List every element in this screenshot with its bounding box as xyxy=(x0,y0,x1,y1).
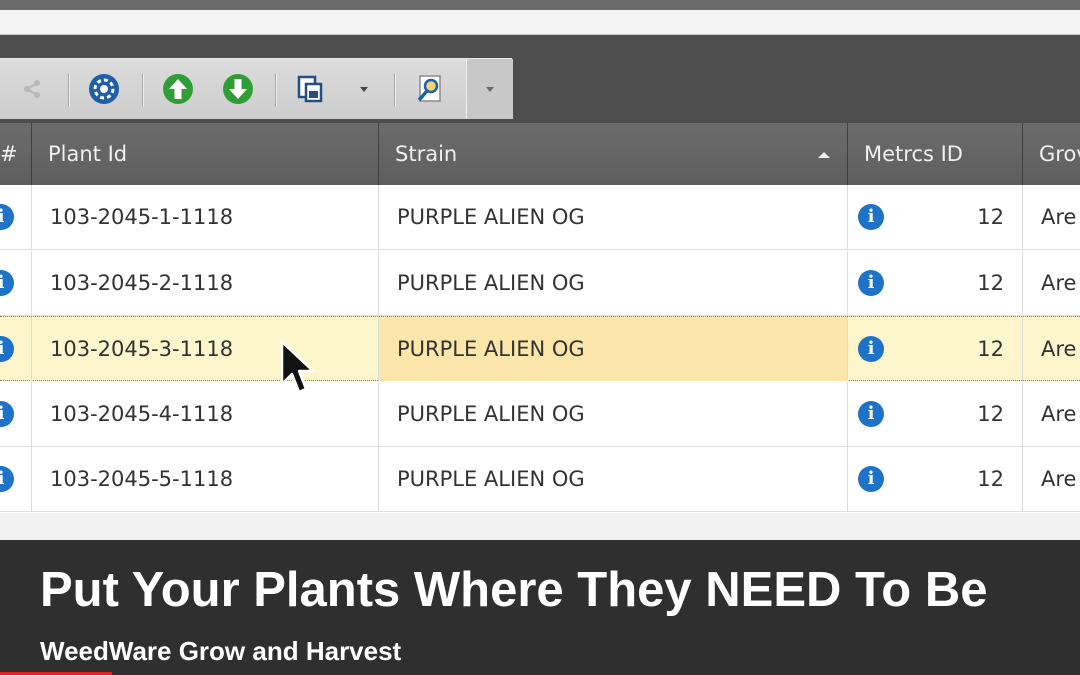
move-up-icon[interactable] xyxy=(160,71,196,107)
copy-icon[interactable] xyxy=(292,71,328,107)
more-dropdown-button[interactable] xyxy=(466,59,513,119)
plants-grid: # Plant Id Strain Metrcs ID Grov i 103-20… xyxy=(0,123,1080,513)
row-indicator-cell: i xyxy=(0,381,32,446)
table-row[interactable]: i 103-2045-1-1118PURPLE ALIEN OG i 12 Are xyxy=(0,185,1080,250)
strain-cell[interactable]: PURPLE ALIEN OG xyxy=(379,317,848,381)
grid-toolbar xyxy=(0,58,513,119)
info-icon[interactable]: i xyxy=(858,400,884,427)
metrcs-id-cell[interactable]: i 12 xyxy=(848,185,1023,249)
column-header-strain[interactable]: Strain xyxy=(379,123,848,185)
metrcs-id-value: 12 xyxy=(977,270,1004,295)
move-down-icon[interactable] xyxy=(220,71,256,107)
metrcs-id-value: 12 xyxy=(977,337,1004,361)
info-icon[interactable]: i xyxy=(858,204,884,230)
sort-ascending-icon xyxy=(818,152,830,158)
video-title-banner: Put Your Plants Where They NEED To Be We… xyxy=(0,540,1080,675)
dropdown-arrow-icon[interactable] xyxy=(346,71,382,107)
info-icon[interactable]: i xyxy=(858,269,884,296)
metrcs-id-cell[interactable]: i 12 xyxy=(848,250,1023,315)
metrcs-id-cell[interactable]: i 12 xyxy=(848,317,1023,381)
share-icon[interactable] xyxy=(14,71,50,107)
strain-cell[interactable]: PURPLE ALIEN OG xyxy=(379,381,848,446)
grow-cell[interactable]: Are xyxy=(1023,447,1080,511)
grow-cell[interactable]: Are xyxy=(1023,185,1080,249)
column-header-number[interactable]: # xyxy=(0,123,32,185)
strain-cell[interactable]: PURPLE ALIEN OG xyxy=(379,447,848,511)
settings-gear-icon[interactable] xyxy=(86,71,122,107)
toolbar-separator xyxy=(142,73,144,107)
info-icon[interactable]: i xyxy=(0,204,14,230)
grow-cell[interactable]: Are xyxy=(1023,382,1080,446)
strain-cell[interactable]: PURPLE ALIEN OG xyxy=(379,185,848,249)
metrcs-id-value: 12 xyxy=(977,401,1004,426)
search-report-icon[interactable] xyxy=(412,71,448,107)
strain-cell[interactable]: PURPLE ALIEN OG xyxy=(379,250,848,315)
info-icon[interactable]: i xyxy=(0,269,14,296)
window-top-bar xyxy=(0,0,1080,10)
info-icon[interactable]: i xyxy=(858,336,884,362)
banner-subtitle: WeedWare Grow and Harvest xyxy=(40,636,402,666)
metrcs-id-cell[interactable]: i 12 xyxy=(848,381,1023,446)
row-indicator-cell: i xyxy=(0,317,32,381)
column-header-plant-id[interactable]: Plant Id xyxy=(32,123,379,185)
column-header-metrcs-id[interactable]: Metrcs ID xyxy=(848,123,1023,185)
grid-footer xyxy=(0,513,1080,540)
table-row[interactable]: i 103-2045-2-1118PURPLE ALIEN OG i 12 Are xyxy=(0,250,1080,316)
info-icon[interactable]: i xyxy=(0,336,14,362)
plant-id-cell[interactable]: 103-2045-5-1118 xyxy=(32,447,379,511)
banner-title: Put Your Plants Where They NEED To Be xyxy=(40,563,988,617)
info-icon[interactable]: i xyxy=(0,400,14,427)
mouse-cursor-icon xyxy=(280,340,316,402)
info-icon[interactable]: i xyxy=(858,466,884,492)
toolbar-separator xyxy=(275,73,277,107)
toolbar-separator xyxy=(68,73,70,107)
column-header-grow[interactable]: Grov xyxy=(1023,123,1080,185)
metrcs-id-value: 12 xyxy=(977,467,1004,491)
row-indicator-cell: i xyxy=(0,447,32,511)
grow-cell[interactable]: Are xyxy=(1023,251,1080,315)
metrcs-id-cell[interactable]: i 12 xyxy=(848,447,1023,511)
table-row[interactable]: i 103-2045-5-1118PURPLE ALIEN OG i 12 Are xyxy=(0,447,1080,512)
metrcs-id-value: 12 xyxy=(977,205,1004,229)
table-row[interactable]: i 103-2045-3-1118PURPLE ALIEN OG i 12 Are xyxy=(0,316,1080,381)
grow-cell[interactable]: Are xyxy=(1023,317,1080,381)
plant-id-cell[interactable]: 103-2045-4-1118 xyxy=(32,381,379,446)
toolbar-separator xyxy=(394,73,396,107)
row-indicator-cell: i xyxy=(0,250,32,315)
plant-id-cell[interactable]: 103-2045-2-1118 xyxy=(32,250,379,315)
grid-header: # Plant Id Strain Metrcs ID Grov xyxy=(0,123,1080,185)
address-strip xyxy=(0,10,1080,35)
row-indicator-cell: i xyxy=(0,185,32,249)
table-row[interactable]: i 103-2045-4-1118PURPLE ALIEN OG i 12 Are xyxy=(0,381,1080,447)
more-dropdown-icon xyxy=(486,87,494,92)
plant-id-cell[interactable]: 103-2045-1-1118 xyxy=(32,185,379,249)
info-icon[interactable]: i xyxy=(0,466,14,492)
plant-id-cell[interactable]: 103-2045-3-1118 xyxy=(32,317,379,381)
